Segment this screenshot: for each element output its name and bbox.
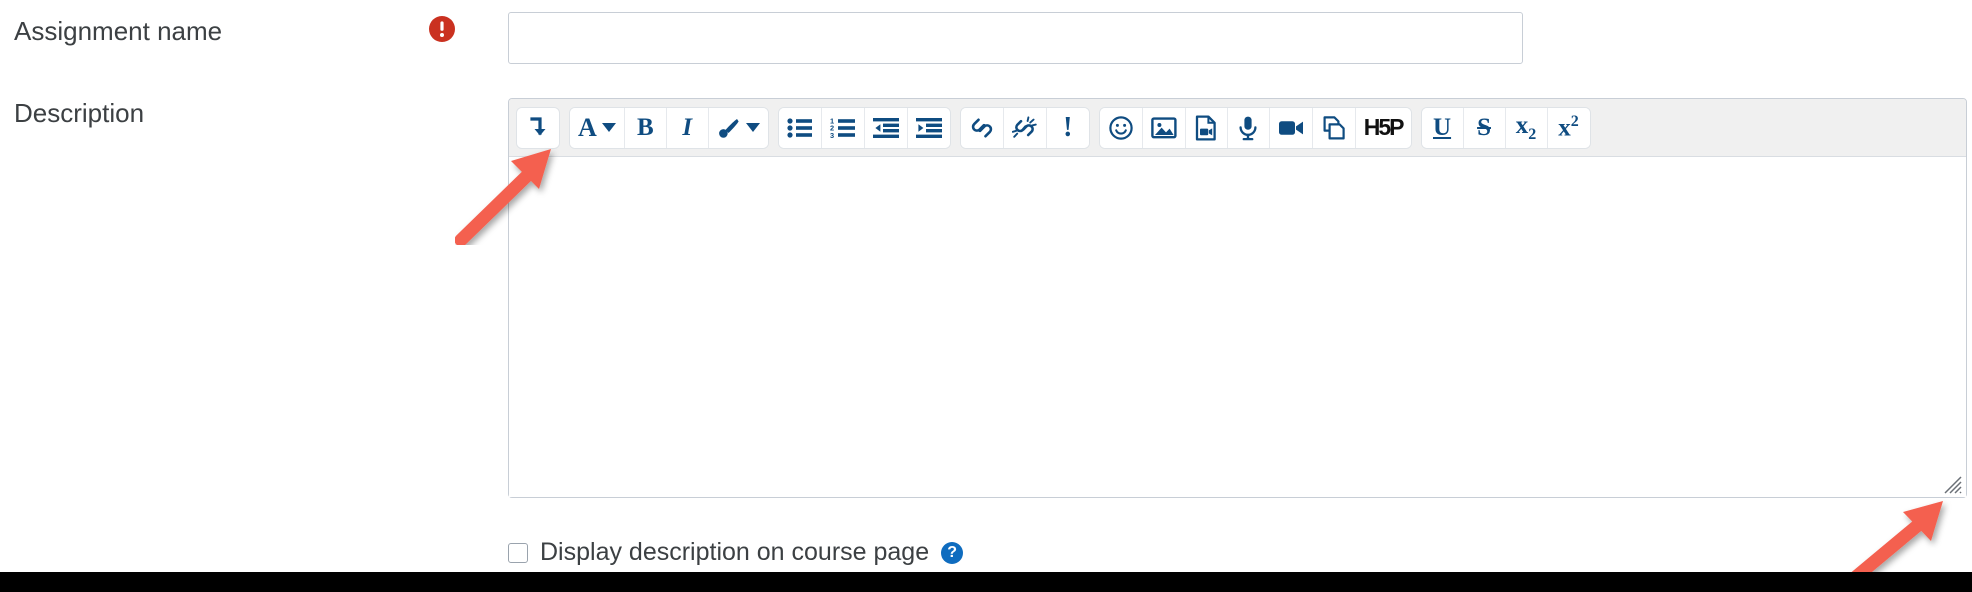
h5p-button[interactable]: H5P [1355, 107, 1411, 148]
toolbar-group-text-style: A B I [569, 106, 769, 149]
numbered-list-button[interactable]: 1 2 3 [821, 107, 865, 148]
chevron-down-icon [745, 123, 760, 132]
subscript-index: 2 [1528, 125, 1537, 143]
italic-button[interactable]: I [666, 107, 709, 148]
collapse-toolbar-button[interactable] [517, 107, 559, 148]
assignment-name-input[interactable] [508, 12, 1523, 64]
italic-icon: I [682, 114, 693, 141]
link-button[interactable] [960, 107, 1004, 148]
media-file-icon [1196, 114, 1217, 141]
display-description-row: Display description on course page ? [508, 538, 964, 567]
underline-button[interactable]: U [1421, 107, 1464, 148]
editor-toolbar: A B I 1 2 3 ! H5P U S x2 x2 [509, 99, 1966, 157]
toolbar-group-lists-indent: 1 2 3 [777, 106, 951, 149]
superscript-index: 2 [1570, 113, 1579, 131]
display-description-label: Display description on course page [540, 538, 930, 566]
indent-button[interactable] [907, 107, 950, 148]
assignment-name-label: Assignment name [14, 16, 223, 46]
toolbar-group-links: ! [959, 106, 1090, 149]
insert-image-button[interactable] [1142, 107, 1186, 148]
bullet-list-button[interactable] [778, 107, 822, 148]
video-camera-icon [1278, 120, 1303, 135]
numbered-list-icon: 1 2 3 [830, 117, 855, 139]
link-icon [971, 118, 992, 137]
subscript-base: x [1515, 111, 1529, 139]
description-editor: A B I 1 2 3 ! H5P U S x2 x2 [508, 98, 1967, 498]
toolbar-group-media: H5P [1098, 106, 1412, 149]
display-description-checkbox[interactable] [508, 542, 528, 563]
insert-media-button[interactable] [1185, 107, 1228, 148]
unlink-icon [1011, 115, 1037, 138]
manage-files-button[interactable] [1312, 107, 1356, 148]
indent-icon [915, 117, 942, 138]
microphone-icon [1239, 116, 1257, 140]
chevron-down-icon [601, 123, 616, 132]
record-video-button[interactable] [1269, 107, 1313, 148]
copy-files-icon [1323, 115, 1345, 139]
exclamation-circle-icon[interactable] [429, 16, 455, 42]
description-label: Description [14, 98, 145, 128]
strikethrough-icon: S [1477, 114, 1491, 141]
bottom-bar [0, 572, 1972, 592]
help-circle-icon[interactable]: ? [941, 541, 964, 564]
bold-button[interactable]: B [624, 107, 667, 148]
accessibility-checker-button[interactable]: ! [1046, 107, 1089, 148]
superscript-base: x [1558, 114, 1571, 142]
highlight-button[interactable] [708, 107, 768, 148]
image-icon [1150, 116, 1177, 138]
toolbar-group-expand [516, 106, 560, 149]
svg-text:3: 3 [830, 130, 834, 138]
strikethrough-button[interactable]: S [1463, 107, 1506, 148]
resize-grip-icon[interactable] [1941, 473, 1963, 495]
description-editor-content[interactable] [509, 157, 1966, 497]
smiley-face-icon [1109, 115, 1133, 140]
toolbar-group-text-decoration: U S x2 x2 [1420, 106, 1591, 149]
arrow-down-hook-icon [530, 116, 546, 135]
underline-icon: U [1433, 114, 1452, 141]
emoji-button[interactable] [1099, 107, 1143, 148]
unlink-button[interactable] [1003, 107, 1047, 148]
exclamation-mark-icon: ! [1063, 111, 1073, 143]
subscript-icon: x2 [1516, 113, 1537, 143]
subscript-button[interactable]: x2 [1505, 107, 1548, 148]
outdent-icon [872, 117, 899, 138]
bold-icon: B [636, 114, 654, 141]
superscript-button[interactable]: x2 [1547, 107, 1590, 148]
style-button[interactable]: A [570, 107, 625, 148]
assignment-settings-form: Assignment name Description A B I 1 2 3 … [0, 0, 1972, 592]
paintbrush-icon [718, 118, 739, 138]
record-audio-button[interactable] [1227, 107, 1270, 148]
letter-a-icon: A [578, 112, 597, 142]
outdent-button[interactable] [864, 107, 908, 148]
bullet-list-icon [787, 117, 812, 138]
h5p-icon: H5P [1363, 114, 1405, 140]
superscript-icon: x2 [1558, 113, 1579, 142]
